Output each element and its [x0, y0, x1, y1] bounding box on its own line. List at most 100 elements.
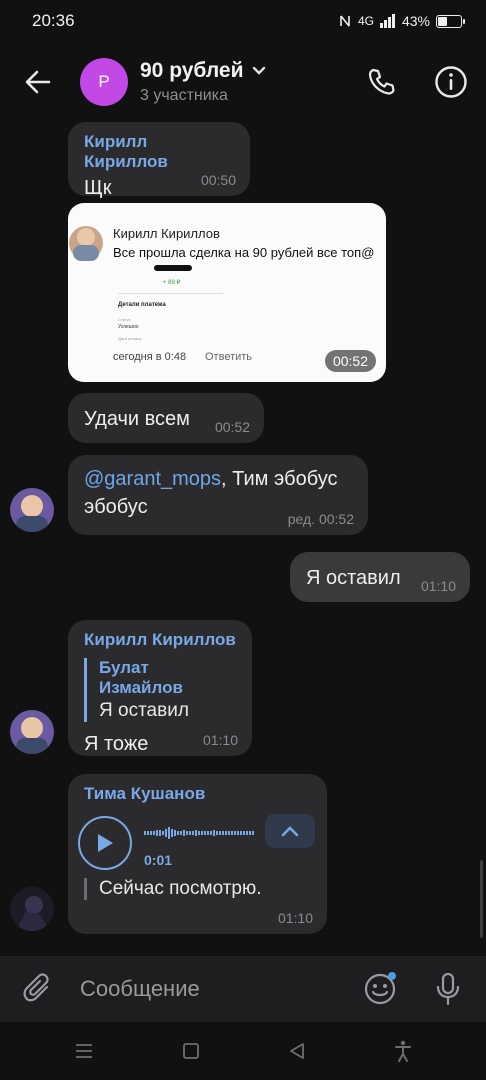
call-button[interactable]: [346, 42, 416, 122]
message-composer: Сообщение: [0, 956, 486, 1022]
status-bar: 20:36 4G 43%: [0, 0, 486, 42]
message-bubble[interactable]: @garant_mops, Тим эбобус эбобус ред. 00:…: [68, 455, 368, 535]
group-avatar[interactable]: Р: [80, 58, 128, 106]
screenshot-date-label: Дата оплаты: [118, 336, 142, 341]
reply-quote[interactable]: Булат Измайлов Я оставил: [84, 658, 236, 722]
message-list[interactable]: Кирилл Кириллов Щк 00:50 Кирилл Кириллов…: [0, 122, 486, 956]
waveform-bar: [195, 830, 197, 836]
chat-title-text: 90 рублей: [140, 59, 244, 82]
menu-icon[interactable]: [74, 1042, 94, 1060]
waveform-bar: [249, 831, 251, 835]
quote-text: Я оставил: [99, 700, 189, 721]
play-button[interactable]: [78, 816, 132, 870]
waveform-bar: [234, 831, 236, 835]
avatar-image: [10, 488, 54, 532]
message-bubble[interactable]: Кирилл Кириллов Булат Измайлов Я оставил…: [68, 620, 252, 756]
voice-record-button[interactable]: [410, 956, 486, 1022]
redaction-mark: [154, 265, 192, 271]
quote-author: Булат Измайлов: [99, 658, 183, 697]
waveform-bar: [237, 831, 239, 835]
phone-icon: [368, 68, 395, 95]
waveform-bar: [198, 831, 200, 835]
waveform-bar: [174, 830, 176, 836]
waveform-bar: [210, 831, 212, 835]
avatar-image: [10, 710, 54, 754]
waveform-bar: [204, 831, 206, 835]
sender-name: Кирилл Кириллов: [84, 132, 168, 171]
message-time: 01:10: [202, 732, 238, 748]
waveform-bar: [168, 827, 170, 839]
sender-avatar[interactable]: [10, 887, 54, 931]
system-nav-bar: [0, 1022, 486, 1080]
attach-button[interactable]: [0, 956, 76, 1022]
message-bubble[interactable]: Кирилл Кириллов Щк 00:50: [68, 122, 250, 199]
waveform-bar: [159, 830, 161, 836]
waveform-bar: [252, 831, 254, 835]
status-icons: 4G 43%: [338, 13, 465, 29]
voice-duration: 0:01: [144, 852, 173, 868]
avatar-image: [10, 887, 54, 931]
message-input[interactable]: Сообщение: [76, 976, 350, 1002]
message-bubble[interactable]: Удачи всем 00:52: [68, 393, 264, 443]
paperclip-icon: [23, 973, 49, 1002]
sender-avatar[interactable]: [10, 488, 54, 532]
transcribe-button[interactable]: [265, 814, 315, 848]
home-icon[interactable]: [182, 1042, 200, 1060]
scrollbar[interactable]: [480, 860, 483, 938]
waveform-bar: [171, 829, 173, 837]
back-button[interactable]: [0, 42, 76, 122]
participants-count: 3 участника: [140, 87, 228, 104]
microphone-icon: [436, 972, 460, 1006]
play-icon: [98, 834, 113, 852]
chat-header: Р 90 рублей 3 участника: [0, 42, 486, 122]
waveform-bar: [150, 831, 152, 835]
photo-time: 00:52: [324, 350, 376, 372]
photo-message[interactable]: Кирилл Кириллов Все прошла сделка на 90 …: [68, 203, 386, 382]
message-time: 00:50: [200, 172, 236, 188]
screenshot-avatar: [69, 226, 103, 261]
waveform-bar: [153, 831, 155, 835]
screenshot-footer-time: сегодня в 0:48: [113, 351, 187, 363]
waveform-bar: [144, 831, 146, 835]
own-message-bubble[interactable]: Я оставил 01:10: [290, 552, 470, 602]
waveform-bar: [219, 831, 221, 835]
message-time: 01:10: [420, 578, 456, 594]
avatar-letter: Р: [98, 72, 110, 91]
screenshot-amount: + 89 ₽: [163, 280, 181, 286]
waveform-bar: [147, 831, 149, 835]
waveform-bar: [213, 830, 215, 836]
screenshot-details-title: Детали платежа: [118, 302, 166, 308]
sender-name: Тима Кушанов: [84, 784, 206, 803]
info-button[interactable]: [416, 42, 486, 122]
waveform-bar: [189, 831, 191, 835]
waveform-bar: [246, 831, 248, 835]
waveform-bar: [165, 829, 167, 837]
message-time: 00:52: [214, 419, 250, 435]
waveform-bar: [177, 831, 179, 835]
waveform-bar: [225, 831, 227, 835]
sender-avatar[interactable]: [10, 710, 54, 754]
screenshot-text: Все прошла сделка на 90 рублей все топ@: [113, 245, 375, 260]
accessibility-icon[interactable]: [394, 1040, 412, 1062]
waveform-bar: [162, 831, 164, 835]
waveform-bar: [216, 831, 218, 835]
mention-link[interactable]: @garant_mops: [84, 468, 221, 490]
battery-percent: 43%: [401, 13, 430, 29]
screenshot-reply: Ответить: [205, 351, 253, 363]
message-time: 01:10: [277, 910, 313, 926]
waveform-bar: [192, 831, 194, 835]
signal-icon: [379, 14, 395, 28]
waveform-bar: [201, 831, 203, 835]
chat-title: 90 рублей: [140, 59, 346, 83]
waveform-bar: [180, 831, 182, 835]
emoji-button[interactable]: [350, 956, 410, 1022]
waveform[interactable]: [144, 826, 254, 840]
back-nav-icon[interactable]: [288, 1042, 306, 1060]
voice-message-bubble[interactable]: Тима Кушанов 0:01 Сейчас посмотрю. 01:10: [68, 774, 327, 934]
chevron-up-icon: [281, 826, 299, 837]
chat-title-block[interactable]: 90 рублей 3 участника: [140, 59, 346, 105]
status-time: 20:36: [32, 11, 75, 30]
nfc-icon: [340, 15, 350, 27]
sender-name: Кирилл Кириллов: [84, 630, 236, 649]
waveform-bar: [207, 831, 209, 835]
